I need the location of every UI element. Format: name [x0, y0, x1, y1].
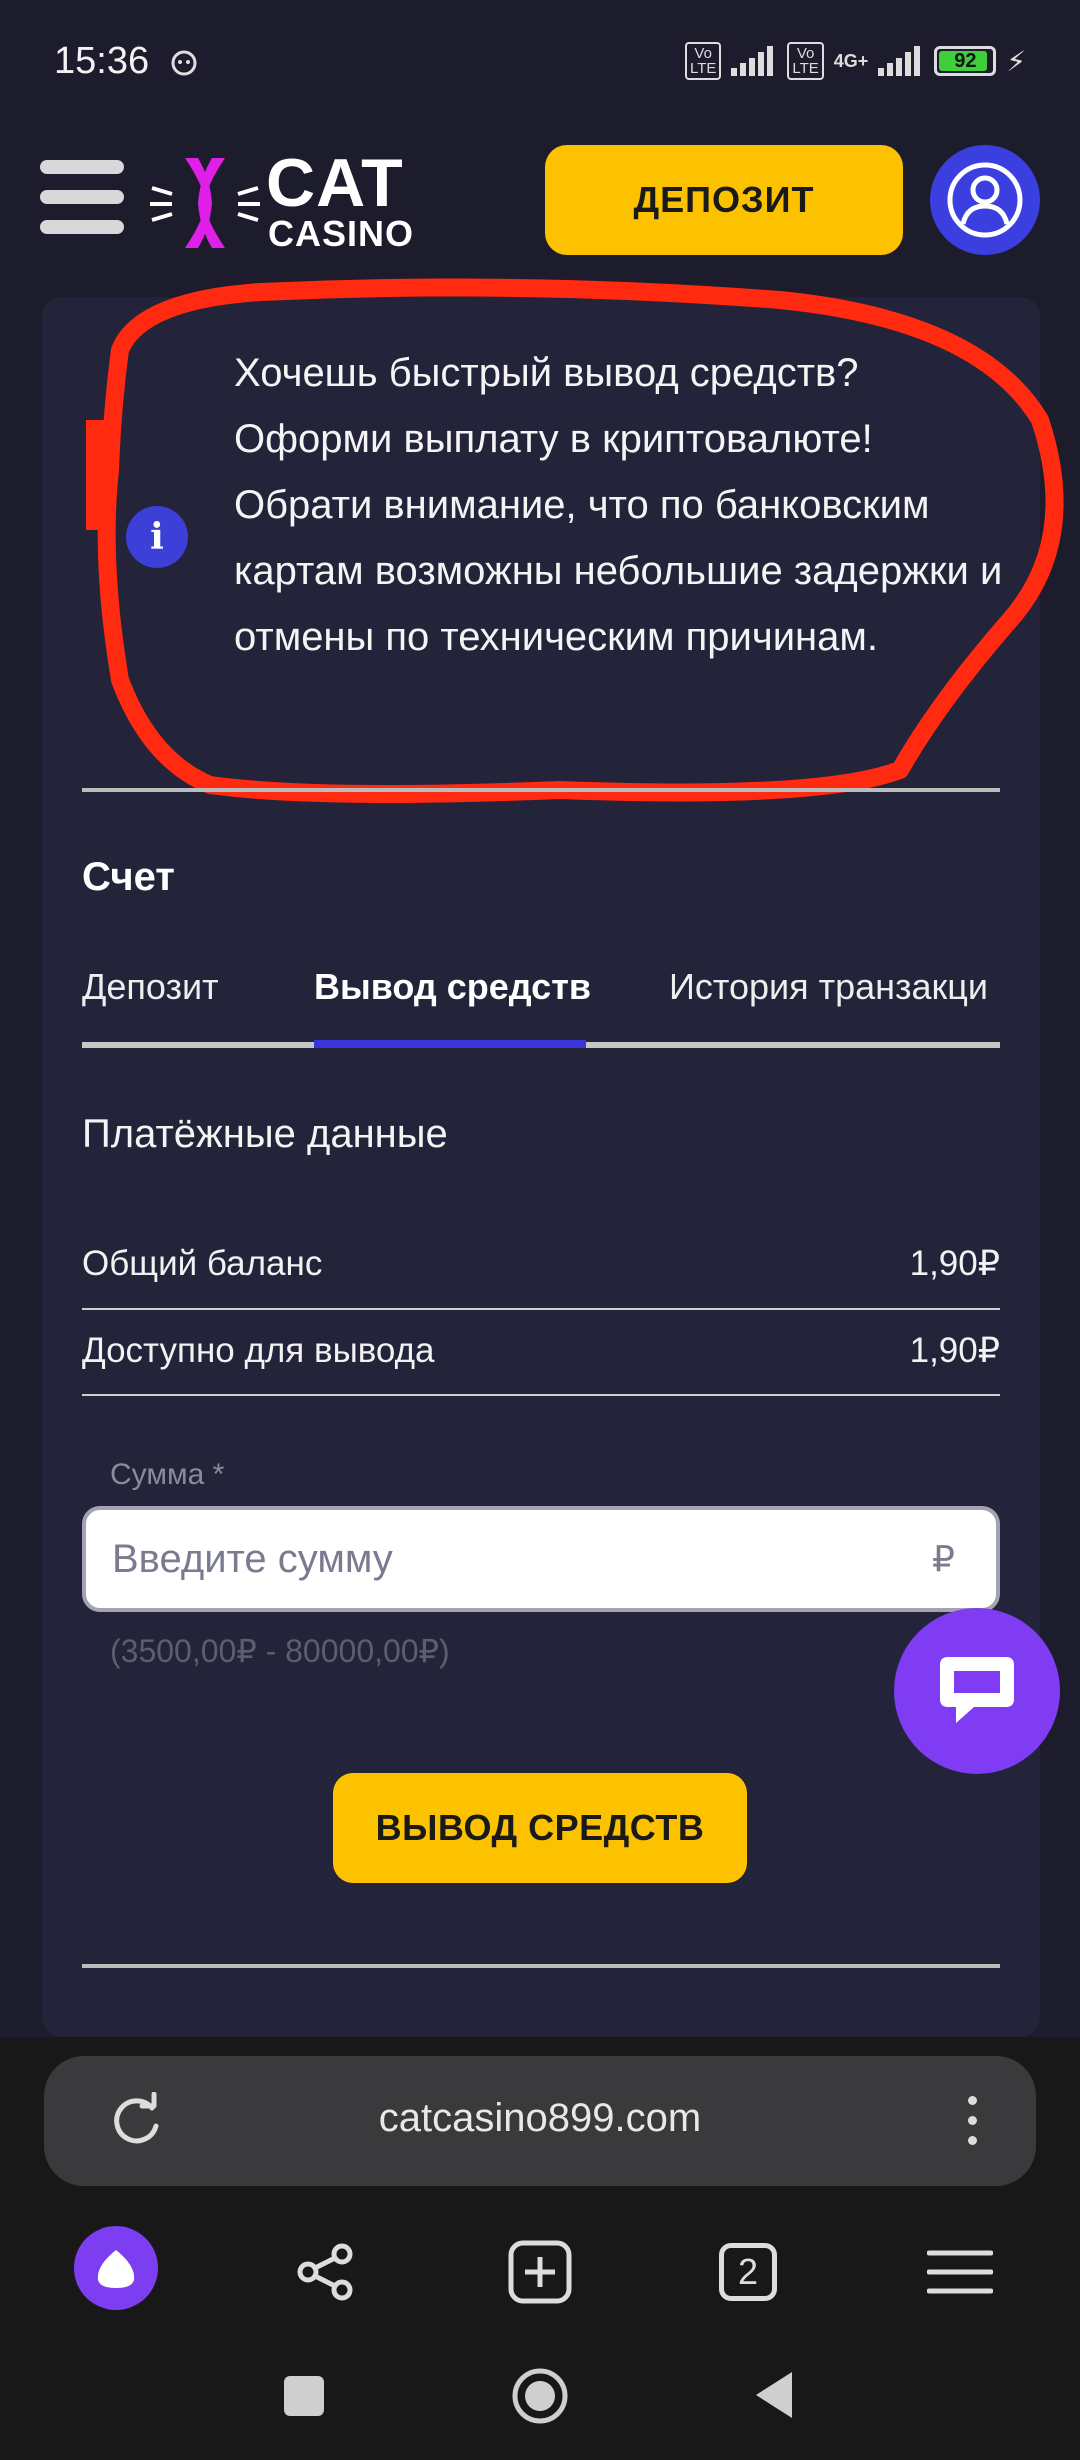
tabs-button[interactable]: 2 [706, 2230, 790, 2314]
chat-button[interactable] [894, 1608, 1060, 1774]
signal-icon [731, 46, 774, 76]
status-bar: 15:36 Vo LTE Vo LTE 4G+ 92 ⚡ [0, 0, 1080, 130]
volte-icon: Vo LTE [684, 42, 722, 80]
share-button[interactable] [284, 2230, 368, 2314]
total-balance-value: 1,90₽ [909, 1244, 1000, 1283]
url-text: catcasino899.com [378, 2096, 702, 2140]
status-time: 15:36 [54, 40, 150, 82]
logo-mark-icon [150, 158, 260, 248]
signal-icon-2 [878, 46, 921, 76]
available-value: 1,90₽ [909, 1331, 1000, 1370]
new-tab-button[interactable] [498, 2230, 582, 2314]
row-divider [82, 1308, 1000, 1310]
withdraw-button[interactable]: ВЫВОД СРЕДСТВ [333, 1773, 747, 1883]
tabs-count-icon: 2 [719, 2243, 777, 2301]
section-divider-bottom [82, 1964, 1000, 1968]
notice-text: Хочешь быстрый вывод средств? Оформи вып… [234, 351, 1003, 659]
status-indicators: Vo LTE Vo LTE 4G+ 92 ⚡ [684, 42, 1026, 80]
profile-avatar-button[interactable] [930, 145, 1040, 255]
deposit-button[interactable]: ДЕПОЗИТ [545, 145, 903, 255]
info-icon: i [126, 506, 188, 568]
battery-icon: 92 [934, 46, 997, 76]
address-bar[interactable]: catcasino899.com [44, 2056, 1036, 2186]
tab-withdraw[interactable]: Вывод средств [314, 966, 591, 1008]
browser-menu-button[interactable] [918, 2230, 1002, 2314]
network-type: 4G+ [833, 50, 869, 71]
notification-cat-icon [171, 50, 197, 76]
total-balance-row: Общий баланс 1,90₽ [82, 1226, 1000, 1306]
logo-subtitle: CASINO [268, 213, 415, 254]
available-label: Доступно для вывода [82, 1331, 435, 1370]
recents-button[interactable] [284, 2376, 324, 2416]
home-button[interactable] [510, 2366, 570, 2426]
plus-square-icon [508, 2240, 572, 2304]
account-title: Счет [82, 855, 175, 899]
chat-bubble-icon [940, 1657, 1014, 1723]
tabs-count: 2 [737, 2251, 759, 2292]
menu-hamburger-icon[interactable] [40, 160, 124, 240]
share-icon [297, 2243, 353, 2301]
cat-casino-logo[interactable]: CAT CASINO [150, 148, 430, 258]
account-tabs: Депозит Вывод средств История транзакци [82, 966, 1000, 1050]
user-icon [947, 162, 1023, 238]
row-divider [82, 1394, 1000, 1396]
total-balance-label: Общий баланс [82, 1244, 323, 1283]
more-vertical-icon[interactable] [964, 2096, 980, 2152]
amount-label: Сумма * [110, 1458, 225, 1491]
available-row: Доступно для вывода 1,90₽ [82, 1313, 1000, 1393]
amount-range-hint: (3500,00₽ - 80000,00₽) [110, 1633, 450, 1669]
active-tab-indicator [314, 1040, 586, 1048]
logo-title: CAT [266, 145, 404, 221]
alice-icon [97, 2250, 135, 2288]
system-navigation-bar [0, 2340, 1080, 2450]
section-divider [82, 788, 1000, 792]
payment-data-title: Платёжные данные [82, 1112, 448, 1156]
volte-icon-2: Vo LTE [787, 42, 824, 80]
amount-input[interactable] [82, 1506, 1000, 1612]
tab-transaction-history[interactable]: История транзакци [669, 966, 1000, 1008]
charging-icon: ⚡ [1006, 45, 1026, 77]
back-button[interactable] [752, 2370, 796, 2420]
tab-deposit[interactable]: Депозит [82, 966, 219, 1008]
menu-icon [927, 2250, 993, 2294]
battery-level: 92 [954, 50, 977, 72]
currency-sign: ₽ [932, 1538, 955, 1579]
alice-assistant-button[interactable] [74, 2226, 158, 2310]
